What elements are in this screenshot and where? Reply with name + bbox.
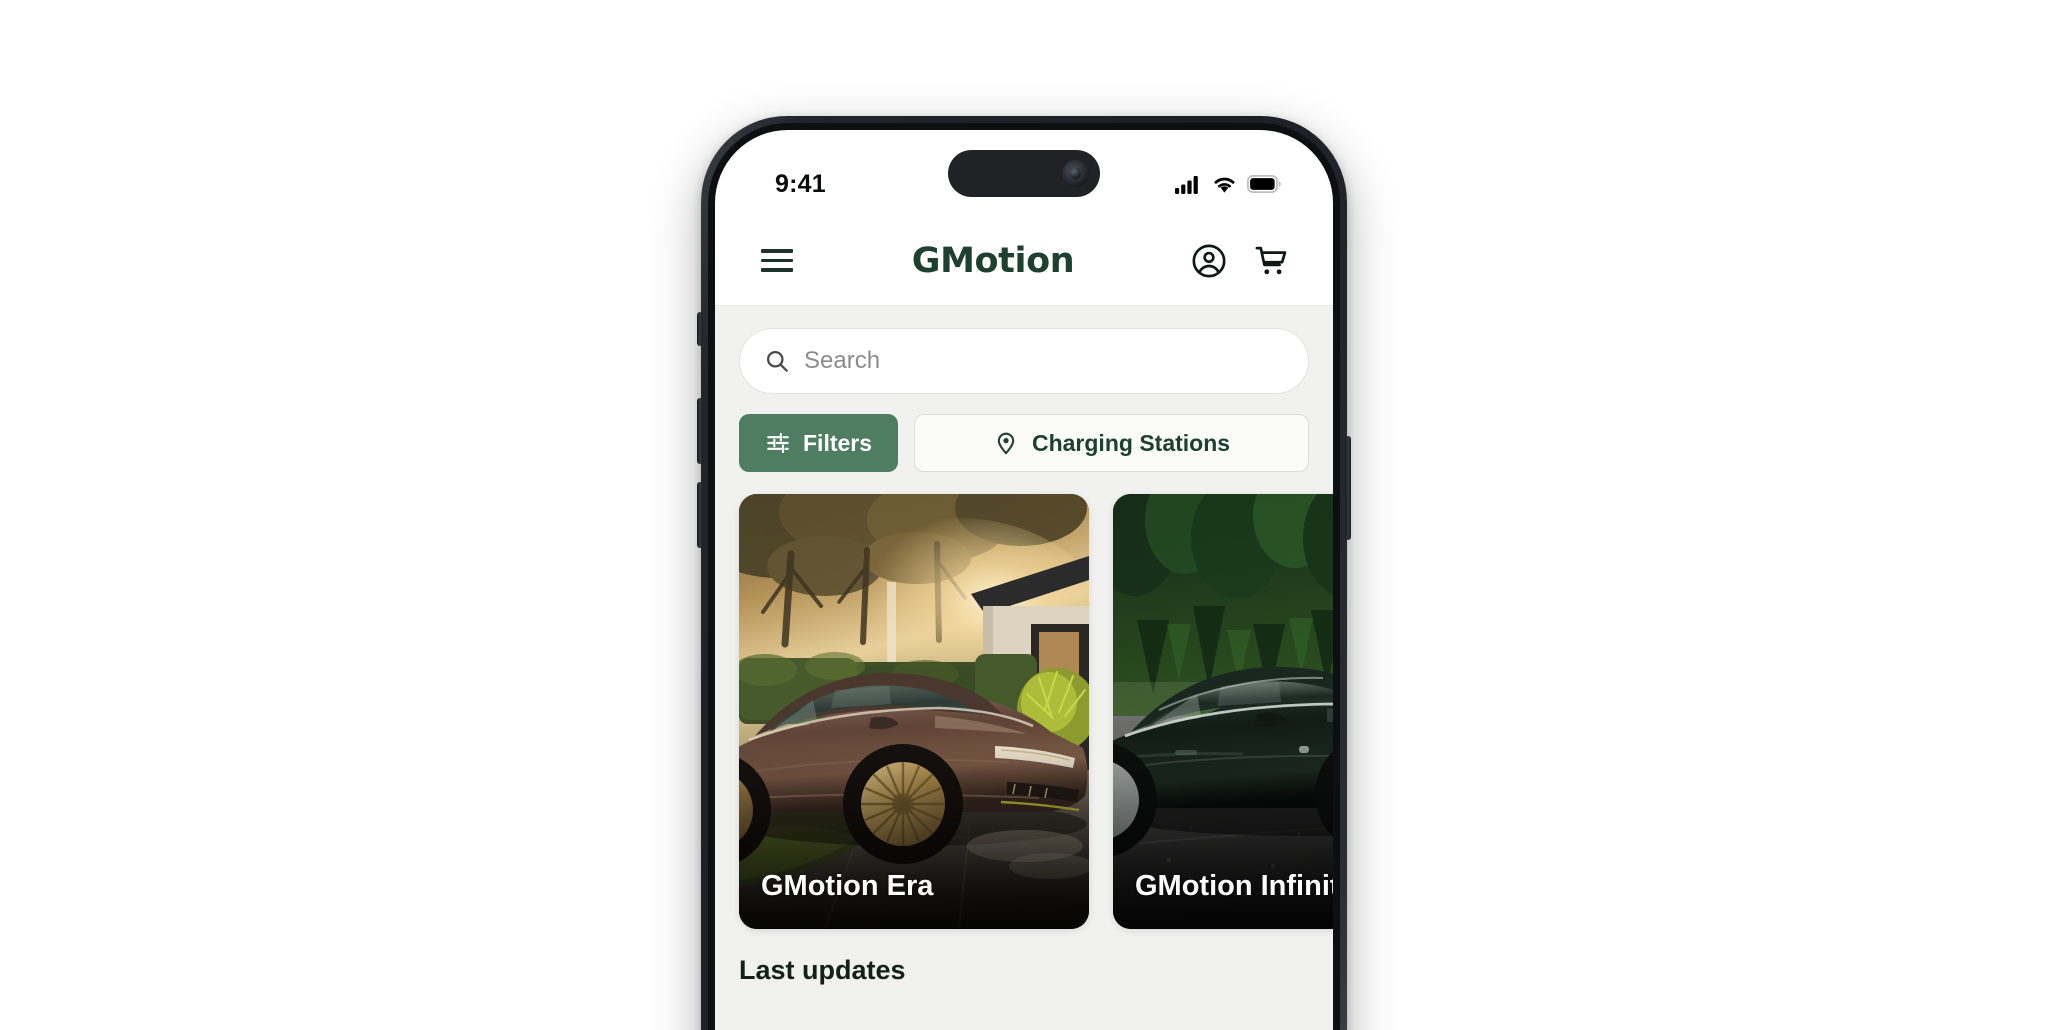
car-card[interactable]: GMotion Era [739, 494, 1089, 929]
volume-up-button[interactable] [697, 398, 703, 464]
status-time: 9:41 [775, 169, 826, 198]
search-icon [766, 350, 788, 372]
silent-switch-button[interactable] [697, 312, 703, 346]
filters-button-label: Filters [803, 429, 873, 456]
location-pin-icon [997, 432, 1015, 455]
menu-bar-2 [761, 258, 793, 263]
tune-sliders-icon [767, 432, 789, 454]
filter-row: Filters Charging Stations [739, 414, 1309, 472]
menu-bar-1 [761, 249, 793, 253]
page-title: GMotion [911, 240, 1075, 281]
screenshot-canvas: 9:41 GMotion Search Filters Charging Sta… [0, 0, 2048, 1030]
car-card-title: GMotion Infinity [1135, 870, 1333, 902]
car-card[interactable]: GMotion Infinity [1113, 494, 1333, 929]
battery-icon [1247, 175, 1281, 193]
charging-stations-button-label: Charging Stations [1031, 429, 1231, 456]
menu-bar-3 [761, 268, 793, 272]
car-carousel[interactable]: GMotion Era GMotion Infini [739, 494, 1333, 929]
shopping-cart-icon[interactable] [1253, 243, 1289, 279]
hamburger-menu-icon[interactable] [759, 243, 795, 277]
cellular-signal-icon [1175, 175, 1198, 194]
car-card-title: GMotion Era [761, 870, 934, 902]
app-content: Filters Charging Stations [715, 306, 1333, 1030]
status-icons [1175, 175, 1281, 194]
power-button[interactable] [1345, 436, 1351, 540]
account-circle-icon[interactable] [1191, 243, 1227, 279]
wifi-icon [1214, 177, 1235, 193]
filters-button[interactable]: Filters [739, 414, 899, 472]
volume-down-button[interactable] [697, 482, 703, 548]
phone-device-frame: 9:41 GMotion Search Filters Charging Sta… [697, 116, 1351, 1030]
dynamic-island [948, 150, 1100, 197]
charging-stations-button[interactable]: Charging Stations [914, 414, 1309, 472]
last-updates-heading: Last updates [739, 955, 906, 985]
search-input[interactable] [804, 347, 1284, 375]
header-actions [1191, 243, 1289, 279]
phone-screen: 9:41 GMotion Search Filters Charging Sta… [715, 130, 1333, 1030]
front-camera-icon [1062, 160, 1089, 187]
search-bar[interactable] [739, 328, 1309, 394]
camera-lens [1070, 168, 1081, 179]
app-header: GMotion [715, 216, 1333, 306]
